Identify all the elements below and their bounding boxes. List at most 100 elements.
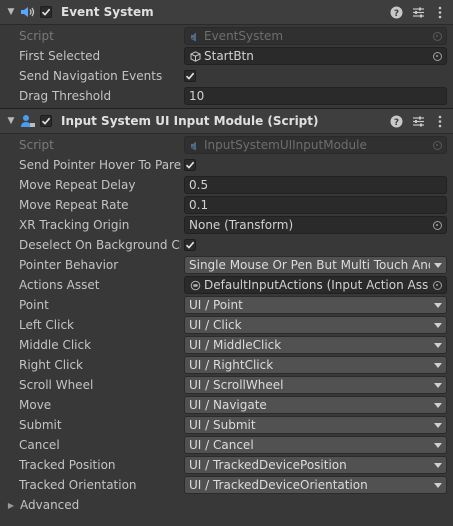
xr-tracking-origin-label: XR Tracking Origin <box>19 218 130 232</box>
drag-threshold-row: Drag Threshold 10 <box>0 86 453 106</box>
move-repeat-delay-value: 0.5 <box>189 178 209 192</box>
help-icon[interactable]: ? <box>389 114 403 128</box>
dropdown-arrow-icon <box>430 462 446 468</box>
drag-threshold-input[interactable]: 10 <box>184 87 447 105</box>
sliders-icon[interactable] <box>411 5 425 19</box>
input-module-enabled-checkbox[interactable] <box>40 115 52 127</box>
send-navigation-events-checkbox[interactable] <box>184 70 196 82</box>
action-dropdown-middle-click[interactable]: UI / MiddleClick <box>184 336 447 354</box>
action-dropdown-right-click[interactable]: UI / RightClick <box>184 356 447 374</box>
dropdown-arrow-icon <box>430 322 446 328</box>
deselect-on-background-row: Deselect On Background Click <box>0 235 453 255</box>
action-value: UI / ScrollWheel <box>189 378 284 392</box>
action-dropdown-submit[interactable]: UI / Submit <box>184 416 447 434</box>
svg-text:?: ? <box>393 118 398 128</box>
send-pointer-hover-checkbox[interactable] <box>184 159 196 171</box>
object-picker-icon[interactable] <box>428 48 446 64</box>
event-system-header[interactable]: ▼ Event System ? <box>0 0 453 25</box>
send-navigation-events-row: Send Navigation Events <box>0 66 453 86</box>
script-row: Script InputSystemUIInputModule <box>0 135 453 155</box>
move-repeat-rate-row: Move Repeat Rate 0.1 <box>0 195 453 215</box>
move-repeat-rate-input[interactable]: 0.1 <box>184 196 447 214</box>
action-label: Move <box>19 398 52 412</box>
action-row-scroll-wheel: Scroll Wheel UI / ScrollWheel <box>0 375 453 395</box>
drag-threshold-value: 10 <box>189 89 205 103</box>
action-value: UI / TrackedDevicePosition <box>189 458 347 472</box>
fold-closed-icon[interactable]: ▶ <box>4 501 18 510</box>
input-asset-icon <box>189 279 201 291</box>
script-value: InputSystemUIInputModule <box>204 138 367 152</box>
dropdown-arrow-icon <box>430 482 446 488</box>
xr-tracking-origin-value: None (Transform) <box>189 218 294 232</box>
deselect-on-background-checkbox[interactable] <box>184 239 196 251</box>
action-dropdown-left-click[interactable]: UI / Click <box>184 316 447 334</box>
fold-open-icon[interactable]: ▼ <box>4 7 18 17</box>
action-row-left-click: Left Click UI / Click <box>0 315 453 335</box>
person-icon <box>20 113 36 129</box>
script-icon <box>189 30 201 42</box>
actions-asset-field[interactable]: DefaultInputActions (Input Action Asset) <box>184 276 447 294</box>
kebab-icon[interactable] <box>433 114 447 128</box>
speaker-icon <box>20 4 36 20</box>
action-label: Right Click <box>19 358 84 372</box>
pointer-behavior-dropdown[interactable]: Single Mouse Or Pen But Multi Touch And … <box>184 256 447 274</box>
advanced-foldout[interactable]: ▶ Advanced <box>0 495 453 515</box>
xr-tracking-origin-row: XR Tracking Origin None (Transform) <box>0 215 453 235</box>
action-label: Point <box>19 298 49 312</box>
move-repeat-delay-label: Move Repeat Delay <box>19 178 136 192</box>
first-selected-field[interactable]: StartBtn <box>184 47 447 65</box>
script-value: EventSystem <box>204 29 284 43</box>
action-row-cancel: Cancel UI / Cancel <box>0 435 453 455</box>
inspector-panel: ▼ Event System ? Script EventSystem Firs… <box>0 0 453 526</box>
action-label: Tracked Orientation <box>19 478 137 492</box>
script-field: InputSystemUIInputModule <box>184 136 447 154</box>
component-title: Input System UI Input Module (Script) <box>61 114 319 128</box>
fold-open-icon[interactable]: ▼ <box>4 116 18 126</box>
object-picker-icon[interactable] <box>428 277 446 293</box>
object-picker-icon <box>428 137 446 153</box>
dropdown-arrow-icon <box>430 342 446 348</box>
action-label: Cancel <box>19 438 60 452</box>
action-row-point: Point UI / Point <box>0 295 453 315</box>
object-picker-icon[interactable] <box>428 217 446 233</box>
first-selected-value: StartBtn <box>204 49 254 63</box>
action-row-tracked-orientation: Tracked Orientation UI / TrackedDeviceOri… <box>0 475 453 495</box>
dropdown-arrow-icon <box>430 422 446 428</box>
event-system-body: Script EventSystem First Selected StartB… <box>0 25 453 108</box>
action-dropdown-move[interactable]: UI / Navigate <box>184 396 447 414</box>
kebab-icon[interactable] <box>433 5 447 19</box>
action-value: UI / Cancel <box>189 438 254 452</box>
actions-asset-label: Actions Asset <box>19 278 100 292</box>
action-label: Middle Click <box>19 338 92 352</box>
send-pointer-hover-label: Send Pointer Hover To Parent <box>19 158 181 172</box>
dropdown-arrow-icon <box>430 262 446 268</box>
dropdown-arrow-icon <box>430 382 446 388</box>
action-dropdown-cancel[interactable]: UI / Cancel <box>184 436 447 454</box>
action-value: UI / RightClick <box>189 358 274 372</box>
action-value: UI / TrackedDeviceOrientation <box>189 478 368 492</box>
action-dropdown-point[interactable]: UI / Point <box>184 296 447 314</box>
action-label: Left Click <box>19 318 74 332</box>
first-selected-label: First Selected <box>19 49 101 63</box>
action-row-submit: Submit UI / Submit <box>0 415 453 435</box>
pointer-behavior-value: Single Mouse Or Pen But Multi Touch And … <box>189 258 430 272</box>
pointer-behavior-label: Pointer Behavior <box>19 258 119 272</box>
event-system-enabled-checkbox[interactable] <box>40 6 52 18</box>
first-selected-row: First Selected StartBtn <box>0 46 453 66</box>
object-picker-icon <box>428 28 446 44</box>
script-field: EventSystem <box>184 27 447 45</box>
deselect-on-background-label: Deselect On Background Click <box>19 238 181 252</box>
move-repeat-delay-input[interactable]: 0.5 <box>184 176 447 194</box>
cube-icon <box>189 50 201 62</box>
action-label: Scroll Wheel <box>19 378 94 392</box>
action-value: UI / Navigate <box>189 398 267 412</box>
action-dropdown-scroll-wheel[interactable]: UI / ScrollWheel <box>184 376 447 394</box>
xr-tracking-origin-field[interactable]: None (Transform) <box>184 216 447 234</box>
sliders-icon[interactable] <box>411 114 425 128</box>
action-dropdown-tracked-position[interactable]: UI / TrackedDevicePosition <box>184 456 447 474</box>
drag-threshold-label: Drag Threshold <box>19 89 112 103</box>
input-module-header[interactable]: ▼ Input System UI Input Module (Script) … <box>0 108 453 134</box>
action-dropdown-tracked-orientation[interactable]: UI / TrackedDeviceOrientation <box>184 476 447 494</box>
svg-text:?: ? <box>393 9 398 19</box>
help-icon[interactable]: ? <box>389 5 403 19</box>
